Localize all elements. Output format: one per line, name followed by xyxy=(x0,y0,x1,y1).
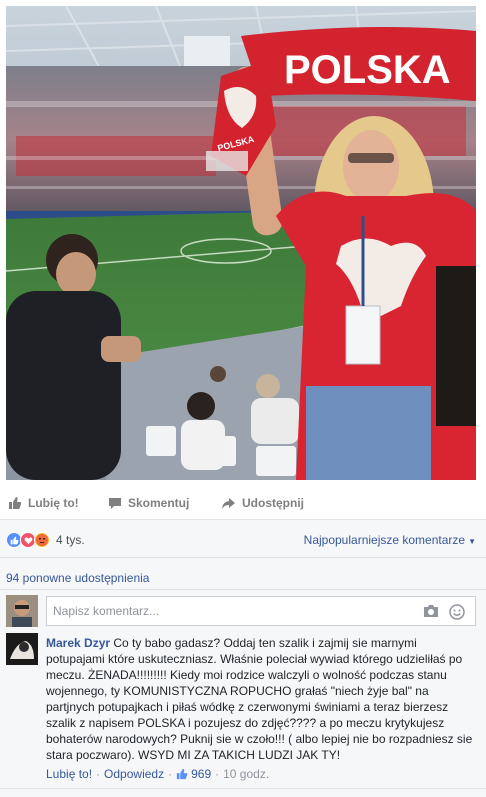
reactions-count: 4 tys. xyxy=(56,533,85,547)
stadium-photo-illustration: POLSKA POLSKA xyxy=(6,6,476,480)
comment-timestamp[interactable]: 10 godz. xyxy=(223,767,269,781)
like-button[interactable]: Lubię to! xyxy=(8,496,79,510)
comment-body: Marek Dzyr Co ty babo gadasz? Oddaj ten … xyxy=(46,635,476,763)
divider xyxy=(0,788,486,789)
caret-down-icon: ▼ xyxy=(468,537,476,546)
current-user-avatar[interactable] xyxy=(6,595,38,627)
like-button-label: Lubię to! xyxy=(28,496,79,510)
post-action-bar: Lubię to! Skomentuj Udostępnij xyxy=(0,490,486,520)
separator-dot: · xyxy=(96,767,101,781)
comment-meta: Lubię to! · Odpowiedz · 969 · 10 godz. xyxy=(46,767,269,781)
angry-reaction-icon xyxy=(34,532,50,548)
comment-author-link[interactable]: Marek Dzyr xyxy=(46,636,110,650)
share-arrow-icon xyxy=(222,497,235,509)
separator-dot: · xyxy=(215,767,220,781)
comment-text: Co ty babo gadasz? Oddaj ten szalik i za… xyxy=(46,636,473,762)
comment-likes[interactable]: 969 xyxy=(176,767,211,781)
comment-reply-link[interactable]: Odpowiedz xyxy=(104,767,164,781)
comment-like-link[interactable]: Lubię to! xyxy=(46,767,92,781)
shares-link[interactable]: 94 ponowne udostępnienia xyxy=(6,571,149,585)
comment-button-label: Skomentuj xyxy=(128,496,190,510)
comment-sort-label: Najpopularniejsze komentarze xyxy=(303,533,466,547)
divider xyxy=(0,589,486,590)
scarf-text: POLSKA xyxy=(284,48,451,92)
share-button-label: Udostępnij xyxy=(242,496,304,510)
reactions-summary[interactable]: 4 tys. xyxy=(6,531,85,549)
divider xyxy=(0,557,486,558)
emoji-icon[interactable] xyxy=(449,604,465,623)
comment-icon xyxy=(109,497,121,509)
commenter-avatar[interactable] xyxy=(6,633,38,665)
post-photo[interactable]: POLSKA POLSKA xyxy=(6,6,476,480)
comment-like-count: 969 xyxy=(191,767,212,781)
separator-dot: · xyxy=(168,767,173,781)
comment-composer[interactable] xyxy=(46,596,476,626)
comment-button[interactable]: Skomentuj xyxy=(108,496,189,510)
thumbs-up-icon xyxy=(176,768,188,780)
comment-input[interactable] xyxy=(47,597,397,625)
camera-icon[interactable] xyxy=(423,604,439,621)
comment-sort-dropdown[interactable]: Najpopularniejsze komentarze ▼ xyxy=(304,533,476,547)
thumbs-up-icon xyxy=(9,497,22,509)
share-button[interactable]: Udostępnij xyxy=(221,496,304,510)
